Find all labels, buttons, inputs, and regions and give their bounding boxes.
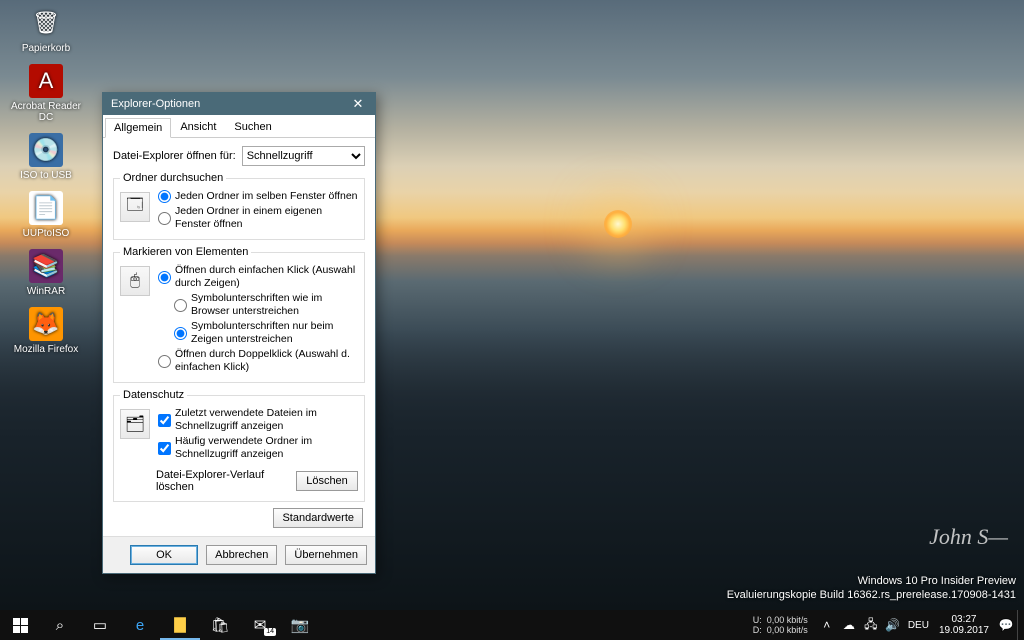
group-click-items: Markieren von Elementen 🖱 Öffnen durch e…: [113, 246, 365, 383]
taskbar-explorer[interactable]: ▇: [160, 610, 200, 640]
firefox-icon: 🦊: [29, 307, 63, 341]
dialog-body: Datei-Explorer öffnen für: Schnellzugrif…: [103, 138, 375, 536]
close-button[interactable]: ✕: [341, 93, 375, 115]
chk-frequent-folders[interactable]: Häufig verwendete Ordner im Schnellzugri…: [158, 435, 358, 461]
desktop-icon-label: Acrobat Reader DC: [10, 101, 82, 123]
taskbar-camera[interactable]: 📷: [280, 610, 320, 640]
group-browse-legend: Ordner durchsuchen: [120, 172, 226, 184]
taskbar-clock[interactable]: 03:27 19.09.2017: [939, 614, 989, 636]
language-indicator[interactable]: DEU: [908, 620, 929, 631]
chk-recent-files[interactable]: Zuletzt verwendete Dateien im Schnellzug…: [158, 407, 358, 433]
group-browse-folders: Ordner durchsuchen 🗔 Jeden Ordner im sel…: [113, 172, 365, 240]
desktop-icon-acrobat[interactable]: A Acrobat Reader DC: [8, 62, 84, 125]
clear-history-button[interactable]: Löschen: [296, 471, 358, 491]
tray-overflow[interactable]: ˄: [816, 618, 838, 632]
search-button[interactable]: ⌕: [40, 610, 80, 640]
notification-icon: 💬: [999, 618, 1014, 632]
store-icon: 🛍: [210, 616, 229, 634]
edge-icon: e: [136, 617, 144, 634]
dialog-tabs: Allgemein Ansicht Suchen: [103, 115, 375, 138]
opt-single-click[interactable]: Öffnen durch einfachen Klick (Auswahl du…: [158, 264, 358, 290]
desktop-icon-winrar[interactable]: 📚 WinRAR: [8, 247, 84, 299]
clock-time: 03:27: [939, 614, 989, 625]
group-privacy-legend: Datenschutz: [120, 389, 187, 401]
watermark-line1: Windows 10 Pro Insider Preview: [727, 574, 1016, 588]
open-for-label: Datei-Explorer öffnen für:: [113, 150, 236, 162]
network-stats: U: 0,00 kbit/s D: 0,00 kbit/s: [753, 615, 808, 635]
task-view-button[interactable]: ▭: [80, 610, 120, 640]
cloud-icon: ☁: [843, 618, 855, 632]
tab-general[interactable]: Allgemein: [105, 118, 171, 138]
desktop-icon-firefox[interactable]: 🦊 Mozilla Firefox: [8, 305, 84, 357]
network-icon: 🖧: [864, 617, 877, 631]
desktop-icon-label: Mozilla Firefox: [10, 344, 82, 355]
dialog-title: Explorer-Optionen: [111, 93, 200, 115]
apply-button[interactable]: Übernehmen: [285, 545, 367, 565]
group-click-legend: Markieren von Elementen: [120, 246, 251, 258]
cancel-button[interactable]: Abbrechen: [206, 545, 277, 565]
acrobat-icon: A: [29, 64, 63, 98]
search-icon: ⌕: [56, 617, 64, 634]
dialog-titlebar[interactable]: Explorer-Optionen ✕: [103, 93, 375, 115]
tray-volume[interactable]: 🔊: [882, 618, 904, 632]
show-desktop-button[interactable]: [1017, 610, 1024, 640]
taskbar-mail[interactable]: ✉14: [240, 610, 280, 640]
ok-button[interactable]: OK: [130, 545, 198, 565]
folder-icon: ▇: [174, 615, 186, 633]
speaker-icon: 🔊: [885, 618, 900, 632]
desktop-icons: 🗑 Papierkorb A Acrobat Reader DC 💿 ISO to USB…: [8, 4, 94, 363]
clock-date: 19.09.2017: [939, 625, 989, 636]
uuptoiso-icon: 📄: [29, 191, 63, 225]
open-for-select[interactable]: Schnellzugriff: [242, 146, 365, 166]
desktop-icon-uuptoiso[interactable]: 📄 UUPtoISO: [8, 189, 84, 241]
desktop-icon-label: Papierkorb: [10, 43, 82, 54]
restore-defaults-button[interactable]: Standardwerte: [273, 508, 363, 528]
desktop-icon-label: WinRAR: [10, 286, 82, 297]
explorer-options-dialog: Explorer-Optionen ✕ Allgemein Ansicht Su…: [102, 92, 376, 574]
dialog-buttons: OK Abbrechen Übernehmen: [103, 536, 375, 573]
windows-logo-icon: [13, 618, 28, 633]
desktop-icon-papierkorb[interactable]: 🗑 Papierkorb: [8, 4, 84, 56]
opt-underline-point[interactable]: Symbolunterschriften nur beim Zeigen unt…: [174, 320, 358, 346]
tab-search[interactable]: Suchen: [225, 117, 280, 137]
opt-double-click[interactable]: Öffnen durch Doppelklick (Auswahl d. ein…: [158, 348, 358, 374]
tray-network[interactable]: 🖧: [860, 615, 882, 636]
desktop-icon-label: ISO to USB: [10, 170, 82, 181]
start-button[interactable]: [0, 610, 40, 640]
winrar-icon: 📚: [29, 249, 63, 283]
camera-icon: 📷: [291, 616, 310, 634]
folder-window-icon: 🗔: [120, 192, 150, 222]
opt-underline-browser[interactable]: Symbolunterschriften wie im Browser unte…: [174, 292, 358, 318]
action-center[interactable]: 💬: [995, 618, 1017, 632]
taskbar-store[interactable]: 🛍: [200, 610, 240, 640]
group-privacy: Datenschutz 🗂 Zuletzt verwendete Dateien…: [113, 389, 365, 502]
isotousb-icon: 💿: [29, 133, 63, 167]
privacy-icon: 🗂: [120, 409, 150, 439]
opt-same-window[interactable]: Jeden Ordner im selben Fenster öffnen: [158, 190, 358, 203]
task-view-icon: ▭: [93, 616, 107, 634]
tab-view[interactable]: Ansicht: [171, 117, 225, 137]
desktop-icon-label: UUPtoISO: [10, 228, 82, 239]
papierkorb-icon: 🗑: [29, 6, 63, 40]
mail-badge: 14: [264, 628, 276, 636]
desktop-icon-isotousb[interactable]: 💿 ISO to USB: [8, 131, 84, 183]
watermark-line2: Evaluierungskopie Build 16362.rs_prerele…: [727, 588, 1016, 602]
windows-watermark: Windows 10 Pro Insider Preview Evaluieru…: [727, 574, 1016, 602]
taskbar-edge[interactable]: e: [120, 610, 160, 640]
clear-history-label: Datei-Explorer-Verlauf löschen: [156, 469, 296, 493]
wallpaper-sun: [604, 210, 632, 238]
chevron-up-icon: ˄: [823, 618, 830, 632]
tray-onedrive[interactable]: ☁: [838, 618, 860, 632]
system-tray: ˄ ☁ 🖧 🔊 DEU 03:27 19.09.2017 💬: [816, 610, 1024, 640]
opt-own-window[interactable]: Jeden Ordner in einem eigenen Fenster öf…: [158, 205, 358, 231]
desktop: John S— Windows 10 Pro Insider Preview E…: [0, 0, 1024, 640]
cursor-click-icon: 🖱: [120, 266, 150, 296]
wallpaper-signature: John S—: [929, 524, 1008, 550]
taskbar: ⌕ ▭ e ▇ 🛍 ✉14 📷 U: 0,00 kbit/s D: 0,00 k…: [0, 610, 1024, 640]
